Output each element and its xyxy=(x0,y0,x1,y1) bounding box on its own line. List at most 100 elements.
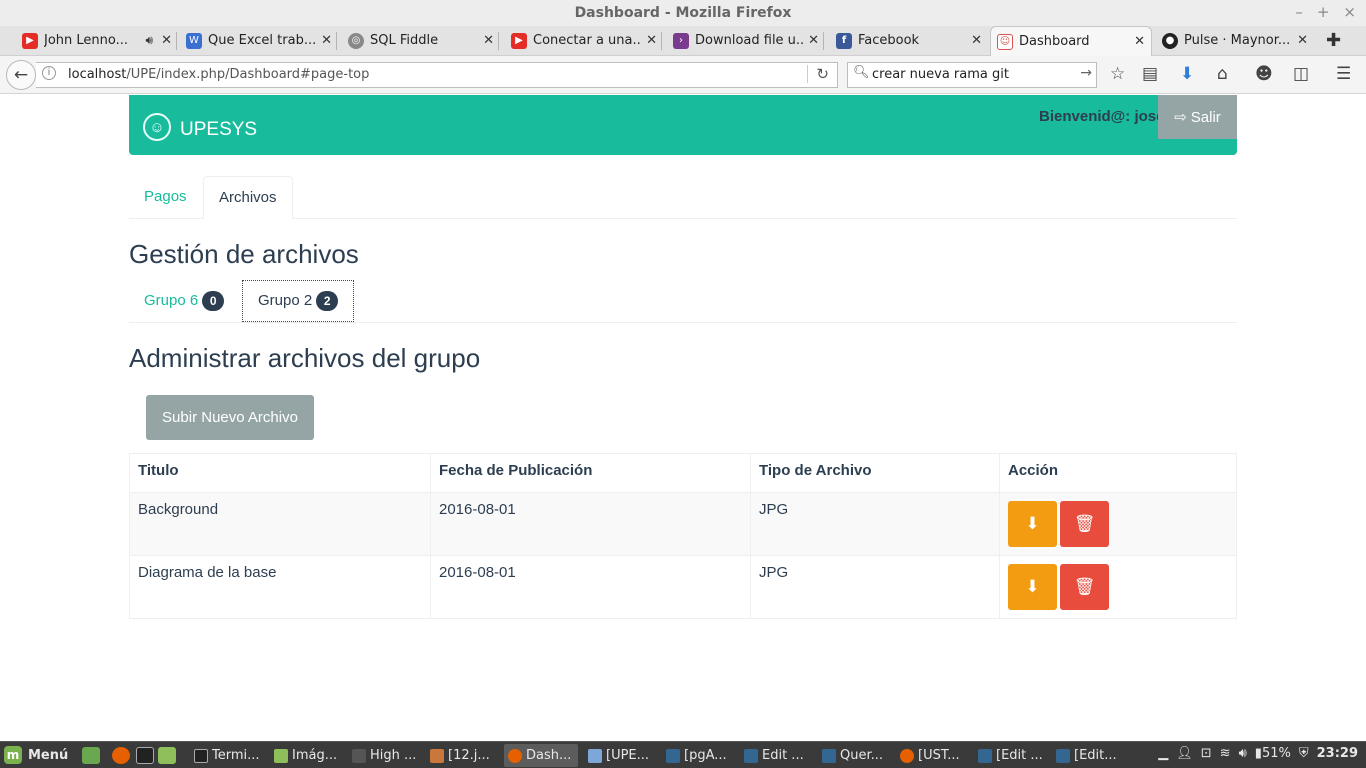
close-window-button[interactable]: × xyxy=(1343,3,1356,21)
logout-label: Salir xyxy=(1190,108,1221,126)
upesys-logo-icon[interactable]: ☺ xyxy=(143,113,171,141)
clock[interactable]: 23:29 xyxy=(1317,746,1358,761)
browser-tab[interactable]: › Download file u... ✕ xyxy=(673,27,824,54)
terminal-icon[interactable] xyxy=(136,747,154,764)
browser-tab[interactable]: ▶ John Lenno... 🔊︎ ✕ xyxy=(22,27,177,54)
url-text[interactable]: localhost/UPE/index.php/Dashboard#page-t… xyxy=(68,67,369,82)
url-host: localhost xyxy=(68,67,127,82)
shield-icon[interactable]: ⛨ xyxy=(1299,746,1309,761)
taskbar-item-label: Dash... xyxy=(526,748,572,763)
close-tab-icon[interactable]: ✕ xyxy=(646,33,657,48)
system-tray: ▁ 👤︎ ⊡ ≋ 🔊︎ ▮51% ⛨ 23:29 xyxy=(1158,746,1358,761)
close-tab-icon[interactable]: ✕ xyxy=(971,33,982,48)
taskbar-item[interactable]: Imág... xyxy=(270,744,344,767)
browser-tab-label: John Lenno... xyxy=(44,33,129,48)
browser-tab-label: SQL Fiddle xyxy=(370,33,439,48)
browser-tab[interactable]: ● Pulse · Maynor... ✕ xyxy=(1162,27,1308,54)
taskbar-item[interactable]: [UST... xyxy=(896,744,970,767)
taskbar-item[interactable]: [UPE... xyxy=(584,744,658,767)
logout-button[interactable]: ⇨ Salir xyxy=(1158,95,1237,139)
browser-tab[interactable]: W Que Excel trab... ✕ xyxy=(186,27,337,54)
info-icon[interactable]: i xyxy=(42,66,56,80)
search-bar[interactable]: 🔍︎ crear nueva rama git → xyxy=(847,62,1097,88)
browser-tab[interactable]: ▶ Conectar a una... ✕ xyxy=(511,27,662,54)
postgres-icon xyxy=(978,748,992,763)
close-tab-icon[interactable]: ✕ xyxy=(161,33,172,48)
start-menu-button[interactable]: m Menú xyxy=(4,746,68,764)
cell-actions: ⬇ 🗑︎ xyxy=(999,492,1237,556)
browser-tab-label: Pulse · Maynor... xyxy=(1184,33,1291,48)
battery-icon[interactable]: ▮51% xyxy=(1255,746,1291,761)
browser-tab-active[interactable]: ☺ Dashboard ✕ xyxy=(990,26,1152,56)
table-row: Background 2016-08-01 JPG ⬇ 🗑︎ xyxy=(129,492,1237,556)
taskbar-item[interactable]: Quer... xyxy=(818,744,892,767)
action-buttons: ⬇ 🗑︎ xyxy=(1008,564,1228,610)
upload-file-button[interactable]: Subir Nuevo Archivo xyxy=(146,395,314,440)
taskbar-item[interactable]: [12.j... xyxy=(426,744,500,767)
hamburger-menu-icon[interactable]: ☰ xyxy=(1336,64,1351,84)
firefox-icon xyxy=(508,748,522,763)
search-go-icon[interactable]: → xyxy=(1080,65,1092,81)
close-tab-icon[interactable]: ✕ xyxy=(1297,33,1308,48)
close-tab-icon[interactable]: ✕ xyxy=(321,33,332,48)
tab-archivos[interactable]: Archivos xyxy=(203,176,293,220)
tab-pagos[interactable]: Pagos xyxy=(129,176,202,219)
delete-button[interactable]: 🗑︎ xyxy=(1060,564,1109,610)
home-icon[interactable]: ⌂ xyxy=(1217,64,1228,84)
taskbar-item[interactable]: [Edit... xyxy=(1052,744,1126,767)
taskbar-item[interactable]: High ... xyxy=(348,744,422,767)
taskbar-item[interactable]: Termi... xyxy=(190,744,264,767)
postgres-icon xyxy=(666,748,680,763)
back-button[interactable]: ← xyxy=(6,60,36,90)
close-tab-icon[interactable]: ✕ xyxy=(808,33,819,48)
user-icon[interactable]: 👤︎ xyxy=(1176,746,1193,761)
pocket-icon[interactable]: ◫ xyxy=(1293,64,1309,84)
minimize-button[interactable]: – xyxy=(1295,3,1303,21)
speaker-icon[interactable]: 🔊︎ xyxy=(146,33,154,48)
download-icon[interactable]: ⬇ xyxy=(1180,64,1194,84)
cell-type: JPG xyxy=(750,555,1000,619)
table-row: Diagrama de la base 2016-08-01 JPG ⬇ 🗑︎ xyxy=(129,555,1237,619)
sign-out-icon: ⇨ xyxy=(1174,109,1187,126)
taskbar-item[interactable]: [pgA... xyxy=(662,744,736,767)
count-badge: 0 xyxy=(202,291,225,311)
wifi-icon[interactable]: ≋ xyxy=(1220,746,1231,761)
files-icon[interactable] xyxy=(158,747,176,764)
tab-grupo-2[interactable]: Grupo 2 2 xyxy=(242,280,355,322)
download-button[interactable]: ⬇ xyxy=(1008,564,1057,610)
smiley-icon[interactable]: ☻ xyxy=(1255,64,1273,84)
taskbar-item-label: Termi... xyxy=(212,748,260,763)
browser-tab[interactable]: f Facebook ✕ xyxy=(836,27,982,54)
cell-title: Background xyxy=(129,492,431,556)
reading-list-icon[interactable]: ▤ xyxy=(1142,64,1158,84)
box-icon xyxy=(588,748,602,763)
reload-icon[interactable]: ↻ xyxy=(807,65,829,83)
download-button[interactable]: ⬇ xyxy=(1008,501,1057,547)
search-input[interactable]: crear nueva rama git xyxy=(872,67,1009,82)
cell-actions: ⬇ 🗑︎ xyxy=(999,555,1237,619)
terminal-icon xyxy=(194,748,208,763)
taskbar-item-active[interactable]: Dash... xyxy=(504,744,578,767)
browser-tab[interactable]: ◎ SQL Fiddle ✕ xyxy=(348,27,499,54)
new-tab-button[interactable]: ✚ xyxy=(1326,30,1341,51)
taskbar-item[interactable]: [Edit ... xyxy=(974,744,1048,767)
maximize-button[interactable]: + xyxy=(1317,3,1330,21)
tray-arrow-icon[interactable]: ▁ xyxy=(1158,746,1168,761)
show-desktop-icon[interactable] xyxy=(82,747,100,764)
taskbar-item[interactable]: Edit ... xyxy=(740,744,814,767)
update-icon[interactable]: ⊡ xyxy=(1201,746,1212,761)
url-bar[interactable]: i localhost/UPE/index.php/Dashboard#page… xyxy=(36,62,838,88)
volume-icon[interactable]: 🔊︎ xyxy=(1239,746,1247,761)
close-tab-icon[interactable]: ✕ xyxy=(1134,34,1145,49)
close-tab-icon[interactable]: ✕ xyxy=(483,33,494,48)
browser-tabstrip: ▶ John Lenno... 🔊︎ ✕ W Que Excel trab...… xyxy=(0,26,1366,56)
video-icon: › xyxy=(673,32,689,49)
os-taskbar: m Menú Termi... Imág... High ... [12.j..… xyxy=(0,741,1366,768)
bookmark-star-icon[interactable]: ☆ xyxy=(1110,64,1125,84)
app-brand[interactable]: UPESYS xyxy=(180,119,257,141)
youtube-icon: ▶ xyxy=(511,32,527,49)
column-header: Acción xyxy=(999,453,1237,493)
firefox-icon[interactable] xyxy=(112,747,130,764)
tab-grupo-6[interactable]: Grupo 6 0 xyxy=(129,280,239,322)
delete-button[interactable]: 🗑︎ xyxy=(1060,501,1109,547)
